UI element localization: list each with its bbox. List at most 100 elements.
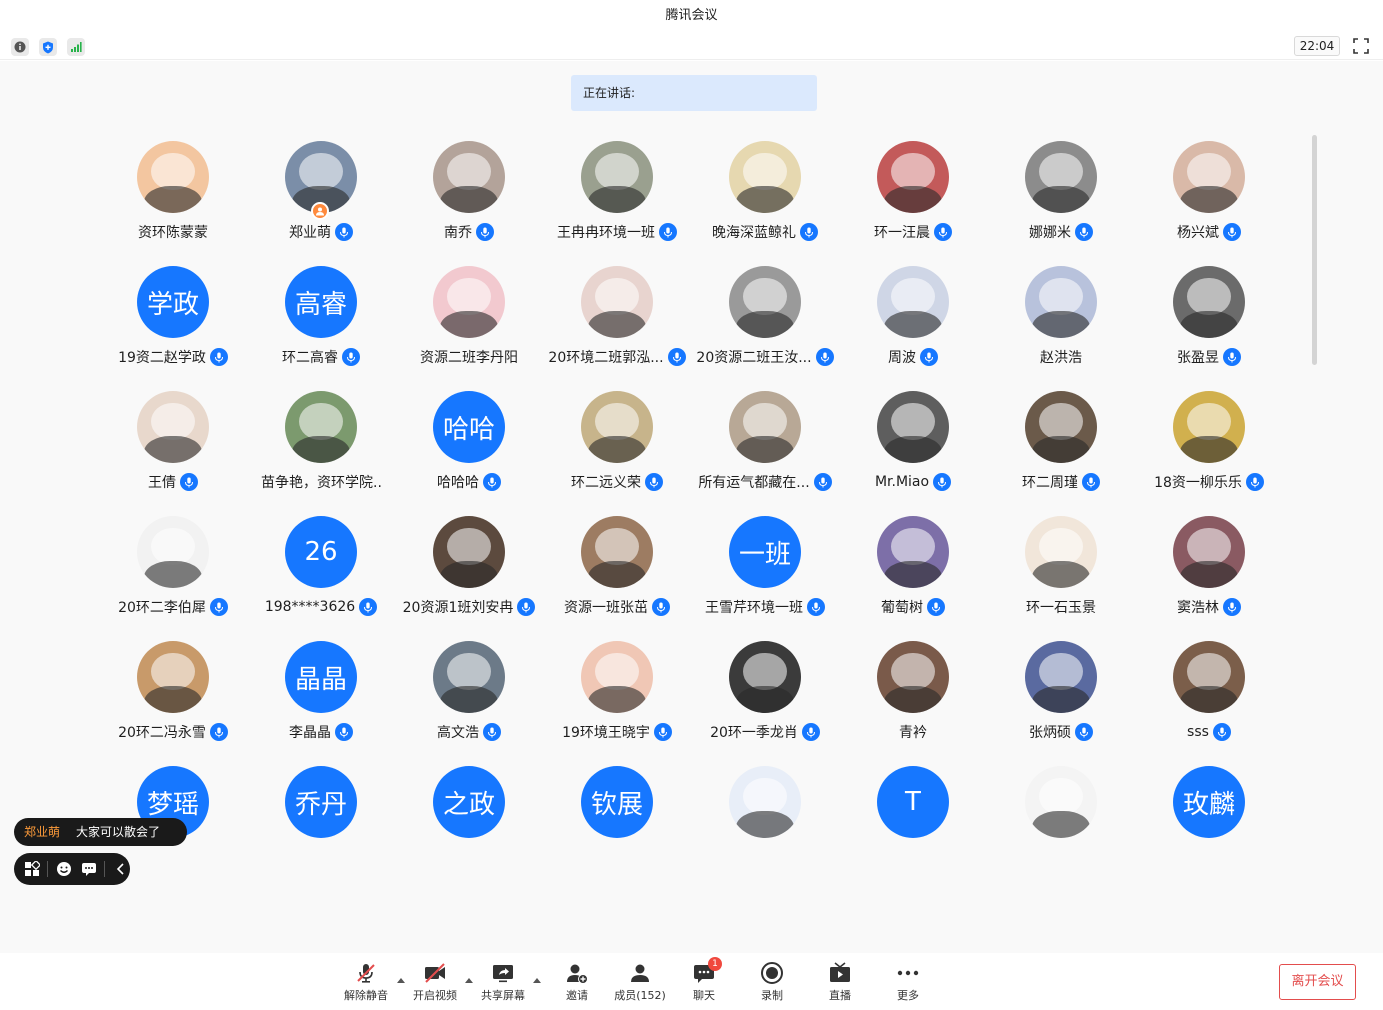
unmute-label: 解除静音 xyxy=(344,989,388,1002)
participant-tile[interactable]: 所有运气都藏在... xyxy=(691,391,839,516)
participant-name: 环一石玉景 xyxy=(1026,600,1096,616)
members-button[interactable]: 成员(152) xyxy=(608,961,672,1005)
participant-tile[interactable]: T xyxy=(839,766,987,841)
participant-tile[interactable]: 之政 xyxy=(395,766,543,841)
leave-meeting-button[interactable]: 离开会议 xyxy=(1279,964,1356,1000)
participant-tile[interactable]: 资源二班李丹阳 xyxy=(395,266,543,391)
avatar-photo-head xyxy=(891,277,935,315)
participant-name-row: 资源一班张茁 xyxy=(543,596,691,618)
participant-name: 王倩 xyxy=(148,475,176,491)
participant-tile[interactable]: 20资源二班王汝... xyxy=(691,266,839,391)
participant-tile[interactable]: sss xyxy=(1135,641,1283,766)
chat-button[interactable]: 1 聊天 xyxy=(672,957,736,1005)
avatar xyxy=(729,391,801,463)
participant-tile[interactable]: 20环一季龙肖 xyxy=(691,641,839,766)
live-button[interactable]: 直播 xyxy=(808,961,872,1005)
invite-button[interactable]: 邀请 xyxy=(545,961,609,1005)
avatar-photo-head xyxy=(447,277,491,315)
share-options-caret-icon[interactable] xyxy=(532,969,542,983)
avatar-initials: 钦展 xyxy=(590,789,643,820)
signal-icon[interactable] xyxy=(67,38,85,56)
participant-tile[interactable]: 张炳硕 xyxy=(987,641,1135,766)
participant-tile[interactable]: 环二远义荣 xyxy=(543,391,691,516)
participant-name: 晚海深蓝鲸礼 xyxy=(712,225,796,241)
avatar-photo-head xyxy=(891,402,935,440)
avatar xyxy=(877,641,949,713)
avatar-photo-head xyxy=(743,402,787,440)
collapse-icon[interactable] xyxy=(111,859,130,879)
avatar-photo-body xyxy=(144,560,202,588)
participant-tile[interactable] xyxy=(987,766,1135,841)
microphone-icon xyxy=(359,598,378,616)
participant-name-row: 18资一柳乐乐 xyxy=(1135,471,1283,493)
participant-name-row: 张盈昱 xyxy=(1135,346,1283,368)
participant-name-row: Mr.Miao xyxy=(839,471,987,493)
participant-tile[interactable]: 葡萄树 xyxy=(839,516,987,641)
participant-tile[interactable]: 窦浩林 xyxy=(1135,516,1283,641)
participant-tile[interactable]: 一班 王雪芹环境一班 xyxy=(691,516,839,641)
participant-tile[interactable]: 赵洪浩 xyxy=(987,266,1135,391)
participant-tile[interactable]: 18资一柳乐乐 xyxy=(1135,391,1283,516)
avatar-photo-body xyxy=(1180,560,1238,588)
participant-tile[interactable] xyxy=(691,766,839,841)
participant-tile[interactable]: 资源一班张茁 xyxy=(543,516,691,641)
avatar xyxy=(1173,391,1245,463)
layout-icon[interactable] xyxy=(22,859,41,879)
participant-tile[interactable]: Mr.Miao xyxy=(839,391,987,516)
start-video-button[interactable]: 开启视频 xyxy=(403,961,467,1005)
danmaku-icon[interactable] xyxy=(79,859,98,879)
participant-tile[interactable]: 资环陈蒙蒙 xyxy=(99,141,247,266)
participant-tile[interactable]: 19环境王晓宇 xyxy=(543,641,691,766)
participant-tile[interactable]: 20资源1班刘安冉 xyxy=(395,516,543,641)
participant-tile[interactable]: 高文浩 xyxy=(395,641,543,766)
record-icon xyxy=(760,961,784,985)
participant-tile[interactable]: 玫麟 xyxy=(1135,766,1283,841)
participant-name-row: 环二周瑾 xyxy=(987,471,1135,493)
unmute-button[interactable]: 解除静音 xyxy=(334,961,398,1005)
participant-tile[interactable]: 娜娜米 xyxy=(987,141,1135,266)
avatar-photo-head xyxy=(1039,277,1083,315)
participant-name-row: 19资二赵学政 xyxy=(99,346,247,368)
participant-name: 198****3626 xyxy=(264,599,356,615)
avatar xyxy=(877,391,949,463)
participant-tile[interactable]: 环二周瑾 xyxy=(987,391,1135,516)
fullscreen-icon[interactable] xyxy=(1353,38,1369,54)
participant-tile[interactable]: 乔丹 xyxy=(247,766,395,841)
participant-tile[interactable]: 苗争艳，资环学院... xyxy=(247,391,395,516)
microphone-icon xyxy=(800,223,818,241)
bottom-toolbar: 解除静音 开启视频 共享屏幕 邀请 成员(152) 1 聊天 录制 直播 更多 … xyxy=(0,953,1383,1010)
participant-tile[interactable]: 环一汪晨 xyxy=(839,141,987,266)
emoji-icon[interactable] xyxy=(54,859,73,879)
more-button[interactable]: 更多 xyxy=(876,961,940,1005)
participant-tile[interactable]: 26 198****3626 xyxy=(247,516,395,641)
participant-name: 环二高睿 xyxy=(282,350,338,366)
record-button[interactable]: 录制 xyxy=(740,961,804,1005)
participant-tile[interactable]: 张盈昱 xyxy=(1135,266,1283,391)
participant-tile[interactable]: 周波 xyxy=(839,266,987,391)
participant-tile[interactable]: 晶晶 李晶晶 xyxy=(247,641,395,766)
participant-tile[interactable]: 20环二李伯犀 xyxy=(99,516,247,641)
participant-tile[interactable]: 20环境二班郭泓... xyxy=(543,266,691,391)
participant-tile[interactable]: 王冉冉环境一班 xyxy=(543,141,691,266)
share-screen-button[interactable]: 共享屏幕 xyxy=(471,961,535,1005)
participant-tile[interactable]: 学政 19资二赵学政 xyxy=(99,266,247,391)
participant-tile[interactable]: 高睿 环二高睿 xyxy=(247,266,395,391)
participant-tile[interactable]: 青衿 xyxy=(839,641,987,766)
grid-scrollbar[interactable] xyxy=(1312,135,1317,365)
info-icon[interactable] xyxy=(11,38,29,56)
participant-tile[interactable]: 环一石玉景 xyxy=(987,516,1135,641)
participant-tile[interactable]: 晚海深蓝鲸礼 xyxy=(691,141,839,266)
participant-tile[interactable]: 杨兴斌 xyxy=(1135,141,1283,266)
avatar-photo-body xyxy=(736,810,794,838)
participant-tile[interactable]: 钦展 xyxy=(543,766,691,841)
participant-tile[interactable]: 20环二冯永雪 xyxy=(99,641,247,766)
participant-tile[interactable]: 郑业萌 xyxy=(247,141,395,266)
shield-icon[interactable] xyxy=(39,38,57,56)
participant-tile[interactable]: 哈哈 哈哈哈 xyxy=(395,391,543,516)
participant-tile[interactable]: 王倩 xyxy=(99,391,247,516)
avatar xyxy=(581,141,653,213)
participant-tile[interactable]: 南乔 xyxy=(395,141,543,266)
avatar xyxy=(1025,766,1097,838)
chat-popup[interactable]: 郑业萌 大家可以散会了 xyxy=(14,818,187,846)
avatar-photo-body xyxy=(1180,685,1238,713)
